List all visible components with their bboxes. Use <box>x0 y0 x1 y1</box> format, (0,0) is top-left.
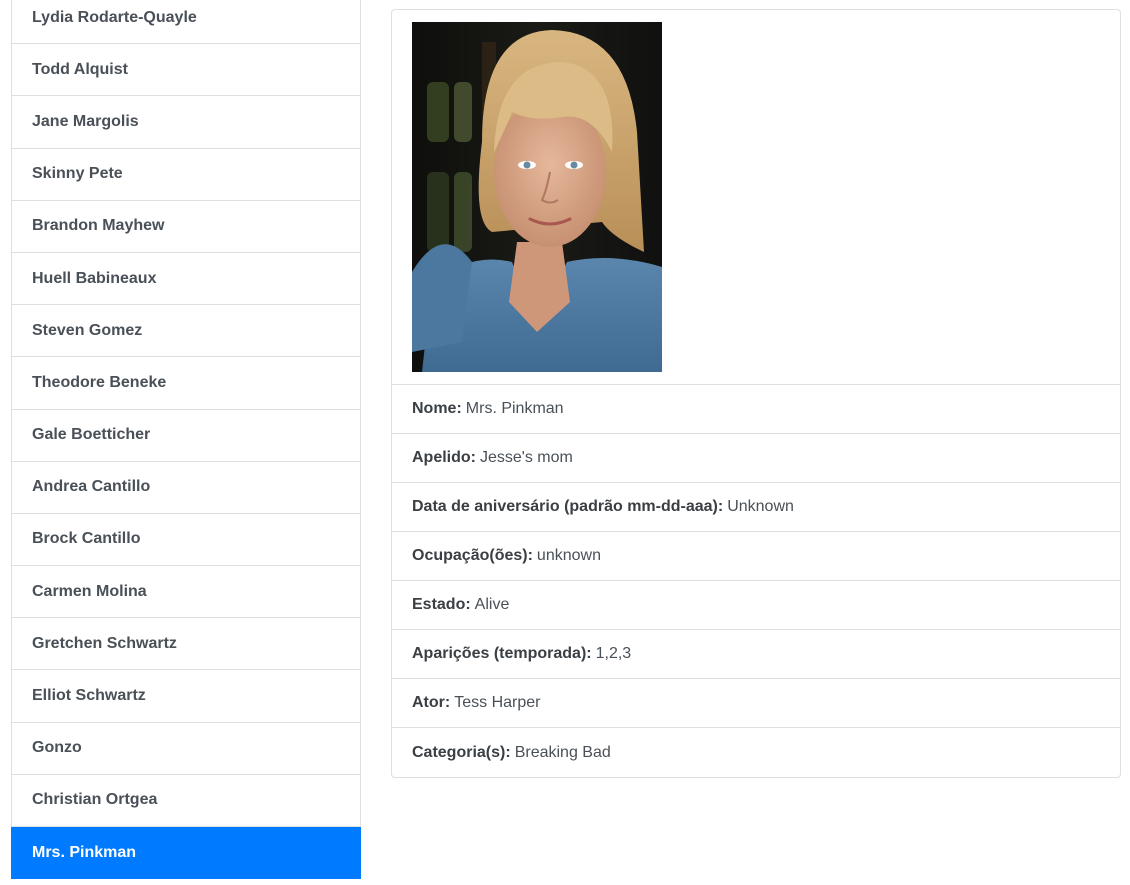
detail-label: Estado: <box>412 596 471 613</box>
list-item-steven-gomez[interactable]: Steven Gomez <box>11 305 361 358</box>
list-item-brandon-mayhew[interactable]: Brandon Mayhew <box>11 200 361 253</box>
list-item-label: Gretchen Schwartz <box>32 634 177 652</box>
detail-value: Unknown <box>727 498 794 515</box>
list-item-label: Elliot Schwartz <box>32 687 146 705</box>
list-item-lydia-rodarte-quayle[interactable]: Lydia Rodarte-Quayle <box>11 0 361 45</box>
list-item-label: Theodore Beneke <box>32 373 167 391</box>
character-photo <box>412 22 662 372</box>
list-item-label: Jane Margolis <box>32 112 139 130</box>
detail-label: Apelido: <box>412 449 476 466</box>
detail-row-nickname: Apelido: Jesse's mom <box>392 434 1120 483</box>
detail-value: Jesse's mom <box>480 449 573 466</box>
detail-label: Ocupação(ões): <box>412 547 533 564</box>
list-item-jane-margolis[interactable]: Jane Margolis <box>11 96 361 149</box>
detail-row-birthday: Data de aniversário (padrão mm-dd-aaa): … <box>392 483 1120 532</box>
list-item-label: Skinny Pete <box>32 165 123 183</box>
list-item-label: Lydia Rodarte-Quayle <box>32 9 197 27</box>
list-item-label: Christian Ortgea <box>32 791 158 809</box>
detail-value: Tess Harper <box>454 694 541 711</box>
list-item-andrea-cantillo[interactable]: Andrea Cantillo <box>11 461 361 514</box>
detail-label: Ator: <box>412 694 451 711</box>
list-item-label: Andrea Cantillo <box>32 478 151 496</box>
list-item-label: Gonzo <box>32 739 82 757</box>
detail-row-occupation: Ocupação(ões): unknown <box>392 532 1120 581</box>
detail-row-name: Nome: Mrs. Pinkman <box>392 385 1120 434</box>
detail-row-category: Categoria(s): Breaking Bad <box>392 728 1120 777</box>
list-item-label: Mrs. Pinkman <box>32 843 137 861</box>
list-item-label: Carmen Molina <box>32 582 147 600</box>
detail-value: unknown <box>536 547 601 564</box>
list-item-theodore-beneke[interactable]: Theodore Beneke <box>11 357 361 410</box>
detail-label: Aparições (temporada): <box>412 645 592 662</box>
detail-row-status: Estado: Alive <box>392 581 1120 630</box>
list-item-carmen-molina[interactable]: Carmen Molina <box>11 566 361 619</box>
detail-label: Categoria(s): <box>412 743 511 761</box>
detail-value: 1,2,3 <box>595 645 632 662</box>
list-item-mrs-pinkman[interactable]: Mrs. Pinkman <box>11 827 361 880</box>
detail-value: Alive <box>474 596 510 613</box>
list-item-elliot-schwartz[interactable]: Elliot Schwartz <box>11 670 361 723</box>
list-item-brock-cantillo[interactable]: Brock Cantillo <box>11 513 361 567</box>
detail-value: Breaking Bad <box>514 743 611 761</box>
detail-row-appearances: Aparições (temporada): 1,2,3 <box>392 630 1120 679</box>
list-item-label: Gale Boetticher <box>32 426 151 444</box>
list-item-label: Brandon Mayhew <box>32 217 165 235</box>
list-item-huell-babineaux[interactable]: Huell Babineaux <box>11 252 361 306</box>
photo-container <box>392 10 1120 385</box>
list-item-skinny-pete[interactable]: Skinny Pete <box>11 148 361 201</box>
list-item-todd-alquist[interactable]: Todd Alquist <box>11 44 361 97</box>
character-detail-card: Nome: Mrs. Pinkman Apelido: Jesse's mom … <box>391 9 1121 778</box>
list-item-label: Brock Cantillo <box>32 530 141 548</box>
list-item-label: Huell Babineaux <box>32 269 157 287</box>
list-item-label: Todd Alquist <box>32 60 128 78</box>
detail-label: Data de aniversário (padrão mm-dd-aaa): <box>412 498 724 515</box>
list-item-gale-boetticher[interactable]: Gale Boetticher <box>11 409 361 462</box>
list-item-gonzo[interactable]: Gonzo <box>11 722 361 775</box>
detail-value: Mrs. Pinkman <box>465 400 564 417</box>
list-item-christian-ortgea[interactable]: Christian Ortgea <box>11 774 361 827</box>
character-list: Lydia Rodarte-Quayle Todd Alquist Jane M… <box>11 0 361 880</box>
list-item-gretchen-schwartz[interactable]: Gretchen Schwartz <box>11 618 361 671</box>
list-item-label: Steven Gomez <box>32 321 143 339</box>
page: Lydia Rodarte-Quayle Todd Alquist Jane M… <box>0 0 1130 885</box>
detail-row-actor: Ator: Tess Harper <box>392 679 1120 728</box>
detail-label: Nome: <box>412 400 462 417</box>
